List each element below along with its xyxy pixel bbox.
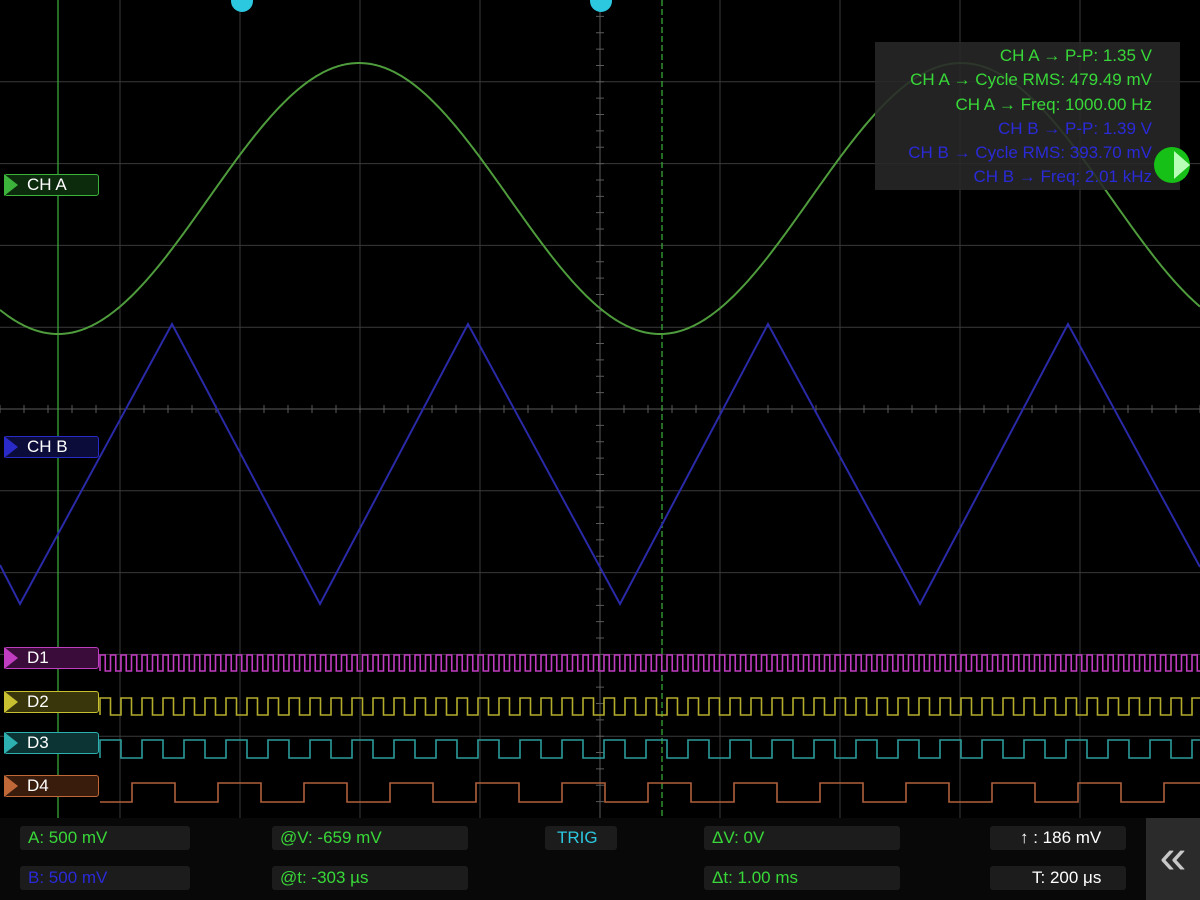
d2-waveform (99, 697, 1200, 716)
ch-a-scale-field[interactable]: A: 500 mV (20, 826, 190, 850)
ch-b-flag-icon (4, 436, 18, 458)
d4-waveform (100, 782, 1200, 803)
ch-b-label[interactable]: CH B (4, 436, 99, 458)
trigger-level-field[interactable]: ↑ : 186 mV (990, 826, 1126, 850)
double-chevron-left-icon[interactable]: « (1146, 818, 1200, 900)
ch-a-pp-measurement: CH A → P-P: 1.35 V (999, 46, 1152, 65)
d1-label[interactable]: D1 (4, 647, 99, 669)
timebase-field[interactable]: T: 200 μs (990, 866, 1126, 890)
d1-flag-icon (4, 647, 18, 669)
ch-a-flag-icon (4, 174, 18, 196)
ch-a-label-text: CH A (27, 175, 67, 194)
delta-voltage-field[interactable]: ΔV: 0V (704, 826, 900, 850)
d2-label-text: D2 (27, 692, 49, 711)
d4-label[interactable]: D4 (4, 775, 99, 797)
d4-label-text: D4 (27, 776, 49, 795)
ch-b-scale-field[interactable]: B: 500 mV (20, 866, 190, 890)
ch-b-freq-measurement: CH B → Freq: 2.01 kHz (973, 167, 1152, 187)
d2-label[interactable]: D2 (4, 691, 99, 713)
d1-waveform (99, 654, 1200, 672)
trig-button[interactable]: TRIG (545, 826, 617, 850)
d1-label-text: D1 (27, 648, 49, 667)
d3-waveform (99, 739, 1200, 759)
ch-a-freq-measurement: CH A → Freq: 1000.00 Hz (955, 94, 1152, 114)
delta-time-field[interactable]: Δt: 1.00 ms (704, 866, 900, 890)
trigger-level-icon[interactable] (1154, 147, 1190, 183)
d3-flag-icon (4, 732, 18, 754)
d4-flag-icon (4, 775, 18, 797)
ch-b-label-text: CH B (27, 437, 68, 456)
cursor-voltage-field[interactable]: @V: -659 mV (272, 826, 468, 850)
ch-b-rms-measurement: CH B → Cycle RMS: 393.70 mV (908, 143, 1152, 163)
ch-a-label[interactable]: CH A (4, 174, 99, 196)
oscilloscope-display[interactable]: CH A CH B D1 D2 D3 D4 CH A → P-P: 1.35 V… (0, 0, 1200, 818)
ch-a-rms-measurement: CH A → Cycle RMS: 479.49 mV (910, 70, 1152, 90)
d2-flag-icon (4, 691, 18, 713)
d3-label-text: D3 (27, 733, 49, 752)
cursor-time-field[interactable]: @t: -303 µs (272, 866, 468, 890)
d3-label[interactable]: D3 (4, 732, 99, 754)
status-bar: A: 500 mV B: 500 mV @V: -659 mV @t: -303… (0, 818, 1200, 900)
measurements-panel: CH A → P-P: 1.35 V CH A → Cycle RMS: 479… (875, 42, 1180, 190)
ch-b-pp-measurement: CH B → P-P: 1.39 V (998, 118, 1152, 138)
